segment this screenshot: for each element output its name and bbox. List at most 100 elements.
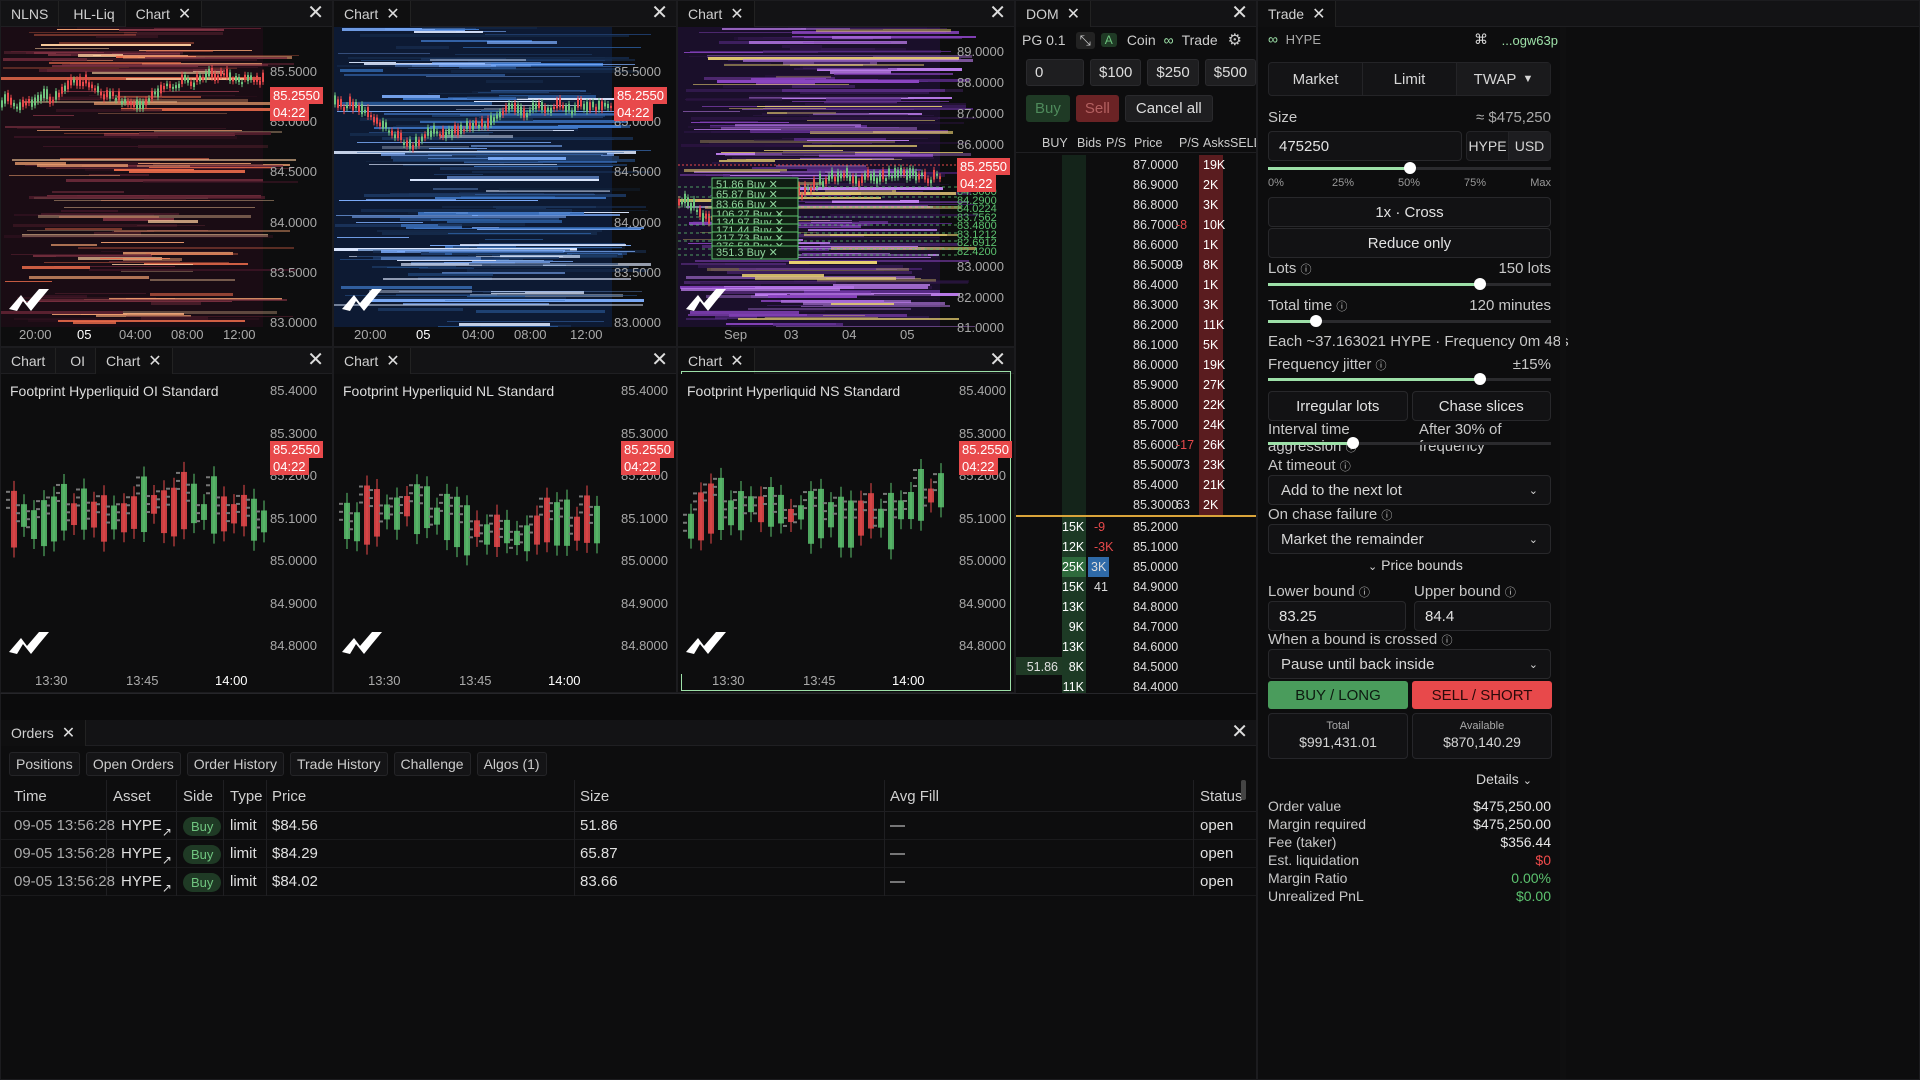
help-icon[interactable]: ⓘ — [1441, 635, 1452, 647]
dom-ask-row[interactable]: 85.4000 21K — [1016, 475, 1256, 495]
help-icon[interactable]: ⓘ — [1336, 301, 1347, 313]
slider-thumb[interactable] — [1403, 162, 1416, 174]
tab-chart[interactable]: Chart ✕ — [334, 348, 411, 374]
close-icon[interactable]: ✕ — [730, 4, 743, 24]
dom-bid-row[interactable]: 15K -9 85.2000 — [1016, 517, 1256, 537]
quantity-input[interactable]: 0 — [1026, 59, 1084, 86]
close-icon[interactable]: ✕ — [386, 351, 399, 371]
chart-panel-2[interactable]: Chart ✕ ✕ 85.5000 85.0000 84.5000 84.0000 83.… — [333, 0, 677, 347]
dom-ask-row[interactable]: 85.6000 -17 26K — [1016, 435, 1256, 455]
order-asset[interactable]: HYPE ↗ — [121, 845, 172, 867]
trade-toggle[interactable]: Trade — [1182, 32, 1218, 48]
tab-nlns[interactable]: NLNS — [1, 1, 60, 27]
dom-bid-row[interactable]: 12K -3K 85.1000 — [1016, 537, 1256, 557]
tick-size[interactable]: PG 0.1 — [1022, 32, 1066, 48]
table-row[interactable]: 09-05 13:56:28 HYPE ↗ Buy limit $84.29 6… — [1, 840, 1256, 868]
dom-bid-row[interactable]: 13K 84.6000 — [1016, 637, 1256, 657]
column-header[interactable]: Avg Fill — [890, 788, 939, 805]
chasefail-select[interactable]: Market the remainder ⌄ — [1268, 524, 1551, 554]
subtab-positions[interactable]: Positions — [9, 752, 80, 776]
dom-bid-row[interactable]: 25K 3K 85.0000 — [1016, 557, 1256, 577]
subtab-order-history[interactable]: Order History — [186, 752, 284, 776]
crossed-select[interactable]: Pause until back inside ⌄ — [1268, 649, 1551, 679]
tab-market[interactable]: Market — [1269, 63, 1363, 95]
order-asset[interactable]: HYPE ↗ — [121, 873, 172, 895]
size-slider[interactable] — [1268, 162, 1551, 174]
dom-bid-row[interactable]: 51.86 8K 84.5000 — [1016, 657, 1256, 677]
close-icon[interactable]: ✕ — [730, 351, 743, 371]
dom-ask-row[interactable]: 85.7000 24K — [1016, 415, 1256, 435]
tab-hl-liq[interactable]: HL-Liq — [63, 1, 126, 27]
tab-limit[interactable]: Limit — [1363, 63, 1457, 95]
close-icon[interactable]: ✕ — [1312, 4, 1325, 24]
dom-ask-row[interactable]: 86.0000 19K — [1016, 355, 1256, 375]
dom-ask-row[interactable]: 86.7000 -8 10K — [1016, 215, 1256, 235]
dom-sell-button[interactable]: Sell — [1075, 95, 1119, 122]
close-icon[interactable]: ✕ — [148, 351, 161, 371]
dom-bid-row[interactable]: 9K 84.7000 — [1016, 617, 1256, 637]
tab-twap[interactable]: TWAP ▼ — [1457, 63, 1550, 95]
close-panel-icon[interactable]: ✕ — [1231, 721, 1248, 743]
sell-short-button[interactable]: SELL / SHORT — [1412, 681, 1552, 709]
dom-ask-row[interactable]: 85.9000 27K — [1016, 375, 1256, 395]
reduce-only-toggle[interactable]: Reduce only — [1268, 228, 1551, 258]
chart-panel-3[interactable]: Chart ✕ ✕ 51.86 Buy ✕ 65.87 Buy ✕ 83.66 Buy… — [677, 0, 1015, 347]
tab-chart[interactable]: Chart ✕ — [96, 348, 173, 374]
tab-trade[interactable]: Trade ✕ — [1258, 1, 1337, 27]
help-icon[interactable]: ⓘ — [1376, 360, 1387, 372]
dom-ask-row[interactable]: 86.9000 2K — [1016, 175, 1256, 195]
external-link-icon[interactable]: ↗ — [162, 853, 172, 867]
close-icon[interactable]: ✕ — [386, 4, 399, 24]
slider-thumb[interactable] — [1346, 437, 1359, 449]
price-bounds-toggle[interactable]: ⌄ Price bounds — [1368, 557, 1463, 573]
chase-slices-toggle[interactable]: Chase slices — [1411, 391, 1551, 421]
help-icon[interactable]: ⓘ — [1301, 264, 1312, 276]
time-slider[interactable] — [1268, 315, 1551, 327]
help-icon[interactable]: ⓘ — [1505, 587, 1516, 599]
orders-scrollbar[interactable] — [1241, 780, 1246, 800]
close-panel-icon[interactable]: ✕ — [307, 349, 324, 371]
close-panel-icon[interactable]: ✕ — [989, 2, 1006, 24]
trade-panel[interactable]: Trade ✕ ∞ HYPE ⌘ ...ogw63p Market Limit T… — [1257, 0, 1920, 1080]
size-input[interactable]: 475250 — [1268, 131, 1462, 161]
preset-100-button[interactable]: $100 — [1090, 59, 1142, 86]
table-row[interactable]: 09-05 13:56:28 HYPE ↗ Buy limit $84.56 5… — [1, 812, 1256, 840]
close-icon[interactable]: ✕ — [1067, 4, 1080, 24]
subtab-open-orders[interactable]: Open Orders — [85, 752, 181, 776]
preset-250-button[interactable]: $250 — [1147, 59, 1199, 86]
dom-bid-row[interactable]: 13K 84.8000 — [1016, 597, 1256, 617]
dom-ask-row[interactable]: 86.2000 11K — [1016, 315, 1256, 335]
close-icon[interactable]: ✕ — [178, 4, 191, 24]
tab-chart[interactable]: Chart ✕ — [334, 1, 411, 27]
dom-ask-row[interactable]: 86.1000 5K — [1016, 335, 1256, 355]
tab-chart[interactable]: Chart ✕ — [678, 348, 755, 374]
leverage-button[interactable]: 1x · Cross — [1268, 197, 1551, 227]
tab-chart[interactable]: Chart ✕ — [678, 1, 755, 27]
dom-ask-row[interactable]: 86.8000 3K — [1016, 195, 1256, 215]
order-asset[interactable]: HYPE ↗ — [121, 817, 172, 839]
column-header[interactable]: Price — [272, 788, 306, 805]
aggression-slider[interactable] — [1268, 437, 1551, 449]
tab-orders[interactable]: Orders ✕ — [1, 719, 87, 746]
subtab-challenge[interactable]: Challenge — [393, 752, 471, 776]
close-panel-icon[interactable]: ✕ — [307, 2, 324, 24]
tab-dom[interactable]: DOM ✕ — [1016, 1, 1092, 27]
slider-thumb[interactable] — [1474, 373, 1487, 385]
subtab-algos-1-[interactable]: Algos (1) — [476, 752, 547, 776]
column-header[interactable]: Size — [580, 788, 609, 805]
dom-ask-row[interactable]: 85.3000 63 2K — [1016, 495, 1256, 515]
column-header[interactable]: Time — [14, 788, 47, 805]
tab-chart[interactable]: Chart ✕ — [125, 1, 203, 27]
coin-toggle[interactable]: Coin — [1127, 32, 1156, 48]
help-icon[interactable]: ⓘ — [1340, 461, 1351, 473]
buy-long-button[interactable]: BUY / LONG — [1268, 681, 1408, 709]
help-icon[interactable]: ⓘ — [1359, 587, 1370, 599]
dom-ask-row[interactable]: 85.5000 73 23K — [1016, 455, 1256, 475]
unit-hype[interactable]: HYPE — [1467, 132, 1509, 160]
footprint-panel-3[interactable]: Chart ✕ ✕ Footprint Hyperliquid NS Standa… — [677, 347, 1015, 693]
gear-icon[interactable]: ⚙ — [1228, 30, 1242, 50]
close-panel-icon[interactable]: ✕ — [989, 349, 1006, 371]
close-icon[interactable]: ✕ — [62, 723, 75, 743]
dom-buy-button[interactable]: Buy — [1026, 95, 1070, 122]
external-link-icon[interactable]: ↗ — [162, 881, 172, 895]
